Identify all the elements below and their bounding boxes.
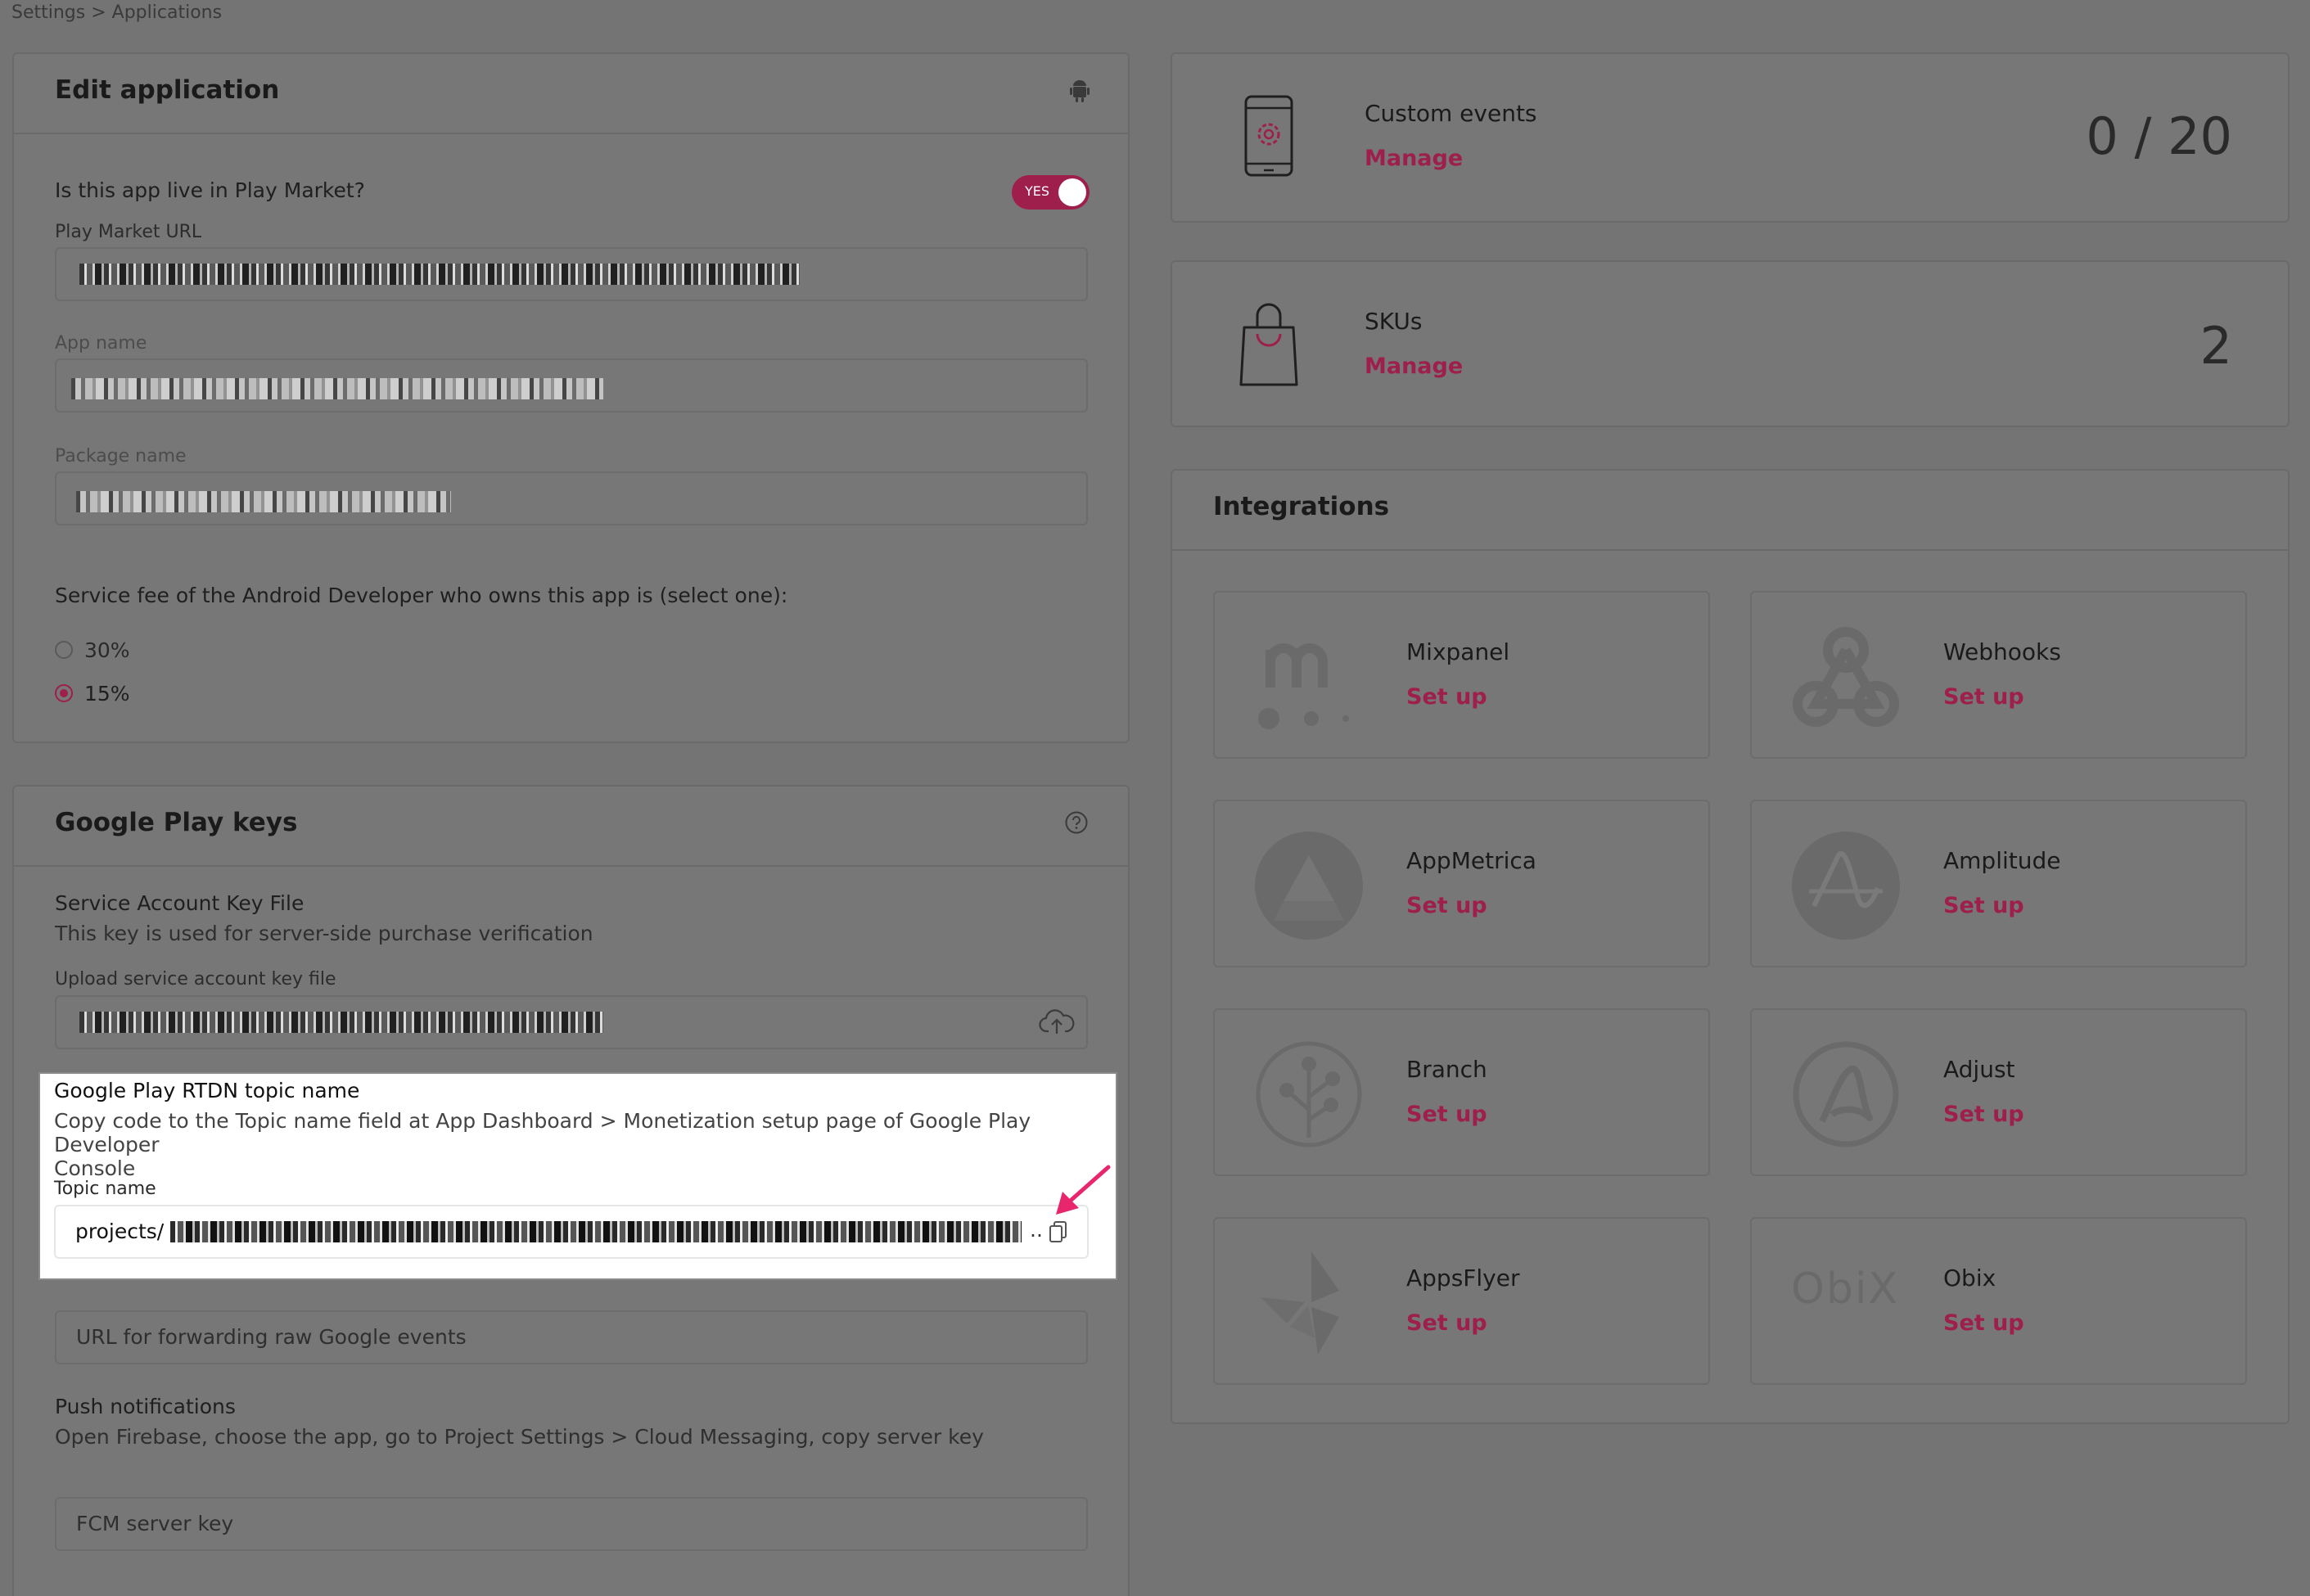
edit-application-title: Edit application <box>55 75 280 105</box>
edit-application-card: Edit application Is this app live in Pla… <box>12 52 1130 743</box>
breadcrumb: Settings > Applications <box>11 2 222 23</box>
live-toggle[interactable]: YES <box>1012 175 1090 210</box>
phone-settings-icon <box>1244 95 1293 177</box>
play-url-field[interactable] <box>55 247 1088 301</box>
setup-link[interactable]: Set up <box>1943 893 2024 918</box>
appmetrica-logo-icon <box>1255 832 1363 940</box>
push-title: Push notifications <box>55 1395 236 1418</box>
package-name-field[interactable] <box>55 471 1088 525</box>
forward-url-placeholder: URL for forwarding raw Google events <box>76 1325 467 1349</box>
custom-events-card: Custom events Manage 0 / 20 <box>1171 52 2290 223</box>
topic-name-value: projects/ <box>75 1220 165 1243</box>
setup-link[interactable]: Set up <box>1943 1310 2024 1336</box>
setup-link[interactable]: Set up <box>1406 893 1487 918</box>
redacted-value <box>76 491 451 512</box>
setup-link[interactable]: Set up <box>1943 1102 2024 1127</box>
divider <box>1172 549 2288 551</box>
setup-link[interactable]: Set up <box>1406 1102 1487 1127</box>
rtdn-title: Google Play RTDN topic name <box>54 1079 360 1102</box>
fee-question: Service fee of the Android Developer who… <box>55 584 788 607</box>
play-url-label: Play Market URL <box>55 222 202 242</box>
help-icon[interactable] <box>1064 810 1089 835</box>
upload-label: Upload service account key file <box>55 969 336 990</box>
integration-appsflyer[interactable]: AppsFlyer Set up <box>1213 1217 1710 1385</box>
integration-name: Amplitude <box>1943 847 2061 874</box>
integrations-card: Integrations Mixpanel Set up Webhooks Se… <box>1171 469 2290 1424</box>
ellipsis: .. <box>1030 1218 1043 1242</box>
android-icon <box>1070 80 1090 102</box>
integration-name: Adjust <box>1943 1056 2015 1083</box>
integration-amplitude[interactable]: Amplitude Set up <box>1750 800 2247 967</box>
rtdn-desc-line-2: Console <box>54 1156 136 1180</box>
redacted-value <box>71 378 603 399</box>
push-desc: Open Firebase, choose the app, go to Pro… <box>55 1425 984 1449</box>
forward-url-field[interactable]: URL for forwarding raw Google events <box>55 1310 1088 1364</box>
shopping-bag-icon <box>1239 303 1298 386</box>
rtdn-desc: Copy code to the Topic name field at App… <box>54 1109 1110 1180</box>
integration-mixpanel[interactable]: Mixpanel Set up <box>1213 591 1710 759</box>
skus-name: SKUs <box>1365 308 1423 335</box>
integration-name: AppMetrica <box>1406 847 1536 874</box>
service-account-desc: This key is used for server-side purchas… <box>55 922 593 945</box>
toggle-knob <box>1058 178 1086 206</box>
custom-events-name: Custom events <box>1365 100 1537 127</box>
appsflyer-logo-icon <box>1261 1251 1339 1355</box>
integration-name: AppsFlyer <box>1406 1265 1520 1292</box>
rtdn-highlight: Google Play RTDN topic name Copy code to… <box>38 1072 1117 1280</box>
fee-option-15[interactable]: 15% <box>84 682 130 706</box>
setup-link[interactable]: Set up <box>1406 684 1487 710</box>
fee-radio-30[interactable] <box>55 641 73 659</box>
branch-logo-icon <box>1256 1041 1362 1147</box>
breadcrumb-separator: > <box>91 2 106 23</box>
integration-name: Mixpanel <box>1406 638 1510 665</box>
google-play-keys-title: Google Play keys <box>55 808 298 837</box>
upload-key-field[interactable] <box>55 995 1088 1049</box>
custom-events-manage-link[interactable]: Manage <box>1365 146 1463 171</box>
webhooks-logo-icon <box>1793 627 1899 727</box>
amplitude-logo-icon <box>1792 832 1900 940</box>
upload-cloud-icon[interactable] <box>1039 1008 1075 1036</box>
breadcrumb-settings[interactable]: Settings <box>11 2 85 23</box>
package-name-label: Package name <box>55 446 187 467</box>
redacted-value <box>79 264 800 285</box>
integration-webhooks[interactable]: Webhooks Set up <box>1750 591 2247 759</box>
integration-appmetrica[interactable]: AppMetrica Set up <box>1213 800 1710 967</box>
mixpanel-logo-icon <box>1258 643 1349 729</box>
fcm-key-field[interactable]: FCM server key <box>55 1497 1088 1551</box>
live-toggle-label: YES <box>1025 183 1050 199</box>
copy-icon[interactable] <box>1048 1220 1069 1245</box>
obix-logo-icon: ObiX <box>1791 1265 1914 1330</box>
redacted-value <box>170 1221 1022 1242</box>
integration-name: Branch <box>1406 1056 1487 1083</box>
skus-card: SKUs Manage 2 <box>1171 260 2290 427</box>
skus-count: 2 <box>2199 316 2232 376</box>
annotation-arrow-icon <box>1056 1165 1111 1215</box>
topic-name-label: Topic name <box>54 1179 156 1199</box>
integration-branch[interactable]: Branch Set up <box>1213 1008 1710 1176</box>
rtdn-desc-line-1: Copy code to the Topic name field at App… <box>54 1109 1031 1156</box>
breadcrumb-applications[interactable]: Applications <box>112 2 222 23</box>
divider <box>14 865 1128 867</box>
integration-obix[interactable]: ObiX Obix Set up <box>1750 1217 2247 1385</box>
integration-name: Obix <box>1943 1265 1996 1292</box>
integration-adjust[interactable]: Adjust Set up <box>1750 1008 2247 1176</box>
topic-name-field[interactable]: projects/ .. <box>54 1205 1089 1259</box>
redacted-value <box>79 1012 603 1033</box>
skus-manage-link[interactable]: Manage <box>1365 354 1463 379</box>
obix-logo-text: ObiX <box>1791 1265 1900 1314</box>
service-account-title: Service Account Key File <box>55 891 305 915</box>
divider <box>14 133 1128 134</box>
live-question: Is this app live in Play Market? <box>55 178 365 202</box>
adjust-logo-icon <box>1793 1041 1899 1147</box>
fee-radio-15[interactable] <box>55 684 73 702</box>
app-name-field[interactable] <box>55 358 1088 413</box>
integration-name: Webhooks <box>1943 638 2061 665</box>
setup-link[interactable]: Set up <box>1943 684 2024 710</box>
integrations-title: Integrations <box>1213 492 1390 521</box>
fee-option-30[interactable]: 30% <box>84 638 130 662</box>
fcm-key-placeholder: FCM server key <box>76 1512 234 1535</box>
custom-events-count: 0 / 20 <box>2086 106 2232 166</box>
setup-link[interactable]: Set up <box>1406 1310 1487 1336</box>
app-name-label: App name <box>55 333 147 354</box>
